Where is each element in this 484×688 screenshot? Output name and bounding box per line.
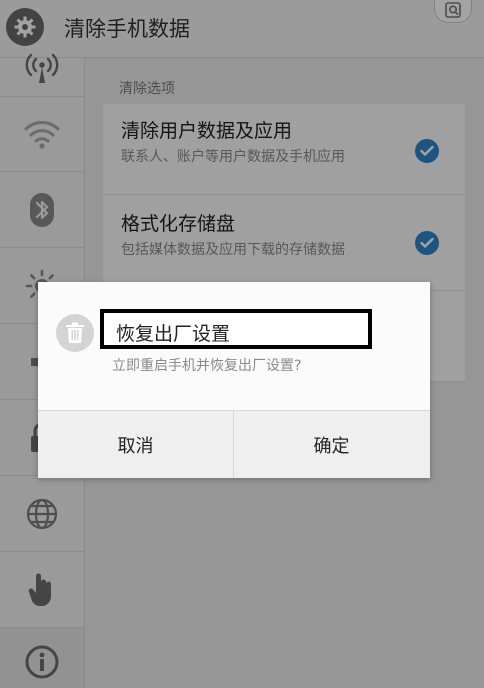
dialog-button-row: 取消 确定 xyxy=(38,410,430,478)
trash-icon xyxy=(56,314,94,352)
cancel-button[interactable]: 取消 xyxy=(38,411,234,478)
dialog-message: 立即重启手机并恢复出厂设置? xyxy=(112,358,302,374)
dialog-title: 恢复出厂设置 xyxy=(100,309,372,349)
confirm-button[interactable]: 确定 xyxy=(234,411,429,478)
factory-reset-dialog: 立即重启手机并恢复出厂设置? 恢复出厂设置 取消 确定 xyxy=(38,282,430,478)
